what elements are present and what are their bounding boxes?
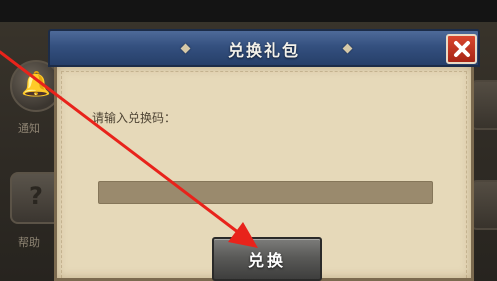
- close-button[interactable]: [446, 34, 477, 64]
- dialog-header: 兑换礼包: [48, 29, 480, 67]
- redeem-code-prompt: 请输入兑换码：: [92, 111, 177, 125]
- top-bar: [0, 0, 497, 22]
- notification-label: 通知: [18, 122, 40, 135]
- redeem-code-input[interactable]: [98, 181, 433, 204]
- close-icon: [453, 41, 470, 57]
- dialog-title: 兑换礼包: [227, 41, 300, 60]
- redeem-button[interactable]: 兑换: [212, 237, 322, 281]
- help-label: 帮助: [18, 236, 40, 249]
